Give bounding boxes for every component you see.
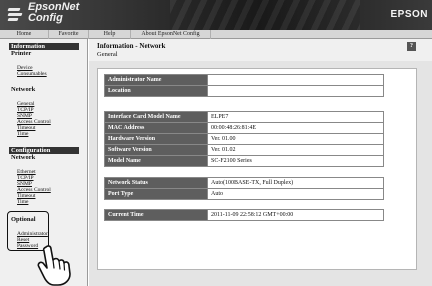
table-row: Network Status Auto(100BASE-TX, Full Dupl…: [104, 177, 384, 189]
row-value: Ver. 01.00: [207, 133, 384, 145]
menu-help[interactable]: Help: [89, 30, 131, 39]
help-icon[interactable]: ?: [407, 42, 416, 51]
config-network-links: Ethernet TCP/IP SNMP Access Control Time…: [17, 169, 51, 205]
link-consumables[interactable]: Consumables: [17, 71, 47, 77]
row-value: [207, 85, 384, 97]
row-label: Current Time: [104, 209, 208, 221]
table-row: Location: [104, 85, 384, 97]
table-row: Software Version Ver. 01.02: [104, 144, 384, 156]
table-row: Model Name SC-F2100 Series: [104, 155, 384, 167]
page-title: Information - Network: [97, 42, 166, 50]
configuration-section-header: Configuration Network: [9, 147, 79, 161]
config-network-subtitle: Network: [11, 154, 36, 161]
content-header: Information - Network General ?: [89, 39, 432, 61]
main-content: Information - Network General ? Administ…: [89, 39, 432, 286]
header-decoration: [170, 0, 360, 30]
info-network-links: General TCP/IP SNMP Access Control Timeo…: [17, 101, 51, 137]
menu-bar: Home Favorite Help About EpsonNet Config: [0, 30, 432, 39]
link-info-time[interactable]: Time: [17, 131, 51, 137]
card-info-table: Interface Card Model Name ELPE7 MAC Addres…: [104, 111, 384, 167]
table-row: Current Time 2011-11-09 22:58:12 GMT+00:0…: [104, 209, 384, 221]
admin-info-table: Administrator Name Location: [104, 74, 384, 97]
menu-about[interactable]: About EpsonNet Config: [131, 30, 211, 39]
table-row: Interface Card Model Name ELPE7: [104, 111, 384, 123]
table-row: Administrator Name: [104, 74, 384, 86]
menu-home[interactable]: Home: [0, 30, 49, 39]
table-row: Hardware Version Ver. 01.00: [104, 133, 384, 145]
menu-favorite[interactable]: Favorite: [49, 30, 89, 39]
app-title: EpsonNet Config: [28, 1, 80, 24]
row-label: Port Type: [104, 188, 208, 200]
pointing-hand-icon: [37, 245, 71, 286]
row-value: [207, 74, 384, 86]
row-value: ELPE7: [207, 111, 384, 123]
row-value: 00:00:48:26:81:4E: [207, 122, 384, 134]
info-network-title: Network: [11, 86, 36, 93]
optional-title: Optional: [11, 216, 36, 223]
row-value: SC-F2100 Series: [207, 155, 384, 167]
row-label: Interface Card Model Name: [104, 111, 208, 123]
configuration-title: Configuration: [9, 147, 79, 154]
page-subtitle: General: [97, 51, 118, 58]
link-config-time[interactable]: Time: [17, 199, 51, 205]
row-value: Auto(100BASE-TX, Full Duplex): [207, 177, 384, 189]
row-label: Software Version: [104, 144, 208, 156]
epson-brand-logo: EPSON: [390, 9, 428, 20]
table-row: Port Type Auto: [104, 188, 384, 200]
printer-info-links: Device Consumables: [17, 65, 47, 77]
epsonnet-logo-icon: [7, 6, 23, 24]
table-row: MAC Address 00:00:48:26:81:4E: [104, 122, 384, 134]
row-value: Auto: [207, 188, 384, 200]
row-label: Administrator Name: [104, 74, 208, 86]
information-section-header: Information Printer: [9, 43, 79, 57]
row-value: Ver. 01.02: [207, 144, 384, 156]
row-label: Location: [104, 85, 208, 97]
printer-subtitle: Printer: [11, 50, 32, 57]
current-time-table: Current Time 2011-11-09 22:58:12 GMT+00:0…: [104, 209, 384, 221]
row-value: 2011-11-09 22:58:12 GMT+00:00: [207, 209, 384, 221]
row-label: Hardware Version: [104, 133, 208, 145]
row-label: Model Name: [104, 155, 208, 167]
row-label: MAC Address: [104, 122, 208, 134]
information-title: Information: [9, 43, 79, 50]
info-panel: Administrator Name Location Interface Car…: [97, 68, 417, 270]
app-header: EpsonNet Config EPSON: [0, 0, 432, 30]
network-status-table: Network Status Auto(100BASE-TX, Full Dupl…: [104, 177, 384, 200]
row-label: Network Status: [104, 177, 208, 189]
